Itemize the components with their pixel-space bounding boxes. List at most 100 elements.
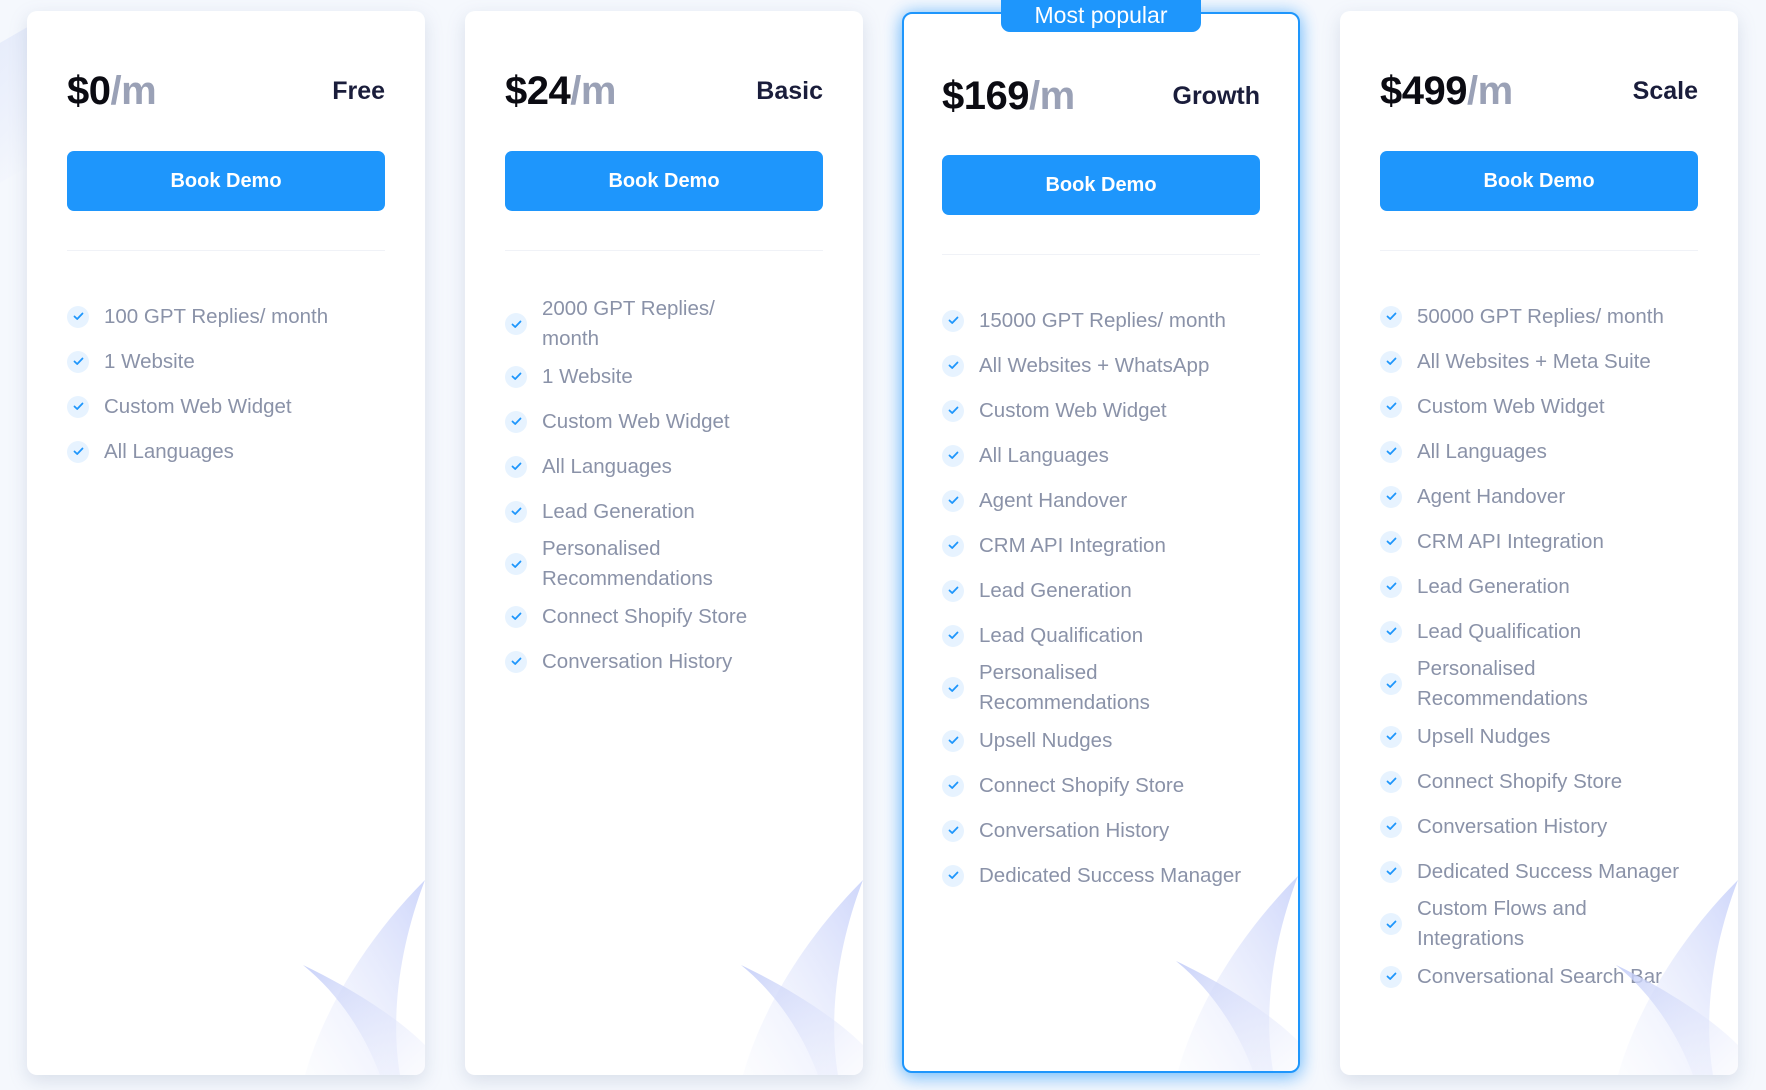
feature-item: Conversation History bbox=[505, 639, 823, 684]
feature-item: 2000 GPT Replies/ month bbox=[505, 294, 823, 354]
feature-item: Personalised Recommendations bbox=[942, 658, 1260, 718]
check-icon bbox=[1380, 965, 1402, 988]
check-icon bbox=[1380, 725, 1402, 748]
feature-label: Lead Generation bbox=[979, 578, 1132, 602]
feature-item: Agent Handover bbox=[1380, 474, 1698, 519]
feature-item: Upsell Nudges bbox=[1380, 714, 1698, 759]
check-icon bbox=[942, 579, 964, 602]
check-icon bbox=[942, 489, 964, 512]
check-icon bbox=[505, 553, 527, 575]
feature-label: All Languages bbox=[1417, 439, 1547, 463]
feature-item: Upsell Nudges bbox=[942, 718, 1260, 763]
check-icon bbox=[1380, 575, 1402, 598]
feature-item: Lead Qualification bbox=[1380, 609, 1698, 654]
check-icon bbox=[1380, 673, 1402, 695]
feature-item: 1 Website bbox=[505, 354, 823, 399]
feature-label: Lead Generation bbox=[1417, 574, 1570, 598]
feature-item: All Languages bbox=[1380, 429, 1698, 474]
feature-label: Personalised Recommendations bbox=[542, 537, 713, 590]
feature-label: All Languages bbox=[979, 443, 1109, 467]
feature-item: Custom Web Widget bbox=[67, 384, 385, 429]
feature-item: All Websites + WhatsApp bbox=[942, 343, 1260, 388]
check-icon bbox=[1380, 305, 1402, 328]
plan-name: Scale bbox=[1632, 76, 1698, 105]
check-icon bbox=[1380, 395, 1402, 418]
feature-item: All Languages bbox=[505, 444, 823, 489]
check-icon bbox=[942, 309, 964, 332]
book-demo-button[interactable]: Book Demo bbox=[1380, 151, 1698, 211]
check-icon bbox=[505, 605, 527, 628]
check-icon bbox=[942, 624, 964, 647]
plan-name: Basic bbox=[756, 76, 823, 105]
book-demo-button[interactable]: Book Demo bbox=[505, 151, 823, 211]
check-icon bbox=[942, 534, 964, 557]
feature-item: Dedicated Success Manager bbox=[942, 853, 1260, 898]
check-icon bbox=[1380, 350, 1402, 373]
feature-label: Custom Web Widget bbox=[104, 394, 292, 418]
check-icon bbox=[942, 677, 964, 699]
feature-label: CRM API Integration bbox=[1417, 529, 1604, 553]
feature-list: 2000 GPT Replies/ month 1 Website Custom W… bbox=[505, 294, 823, 684]
feature-item: Lead Generation bbox=[942, 568, 1260, 613]
feature-item: Dedicated Success Manager bbox=[1380, 849, 1698, 894]
book-demo-button[interactable]: Book Demo bbox=[942, 155, 1260, 215]
feature-label: All Languages bbox=[104, 439, 234, 463]
check-icon bbox=[942, 864, 964, 887]
check-icon bbox=[505, 410, 527, 433]
feature-item: Custom Web Widget bbox=[505, 399, 823, 444]
card-decoration bbox=[713, 875, 863, 1075]
feature-label: Lead Generation bbox=[542, 499, 695, 523]
plan-name: Free bbox=[332, 76, 385, 105]
plan-price: $499/m bbox=[1380, 68, 1513, 113]
feature-label: Custom Web Widget bbox=[979, 398, 1167, 422]
pricing-card-scale: $499/m Scale Book Demo 50000 GPT Replies… bbox=[1340, 11, 1738, 1075]
feature-item: Connect Shopify Store bbox=[1380, 759, 1698, 804]
check-icon bbox=[67, 395, 89, 418]
divider bbox=[505, 250, 823, 251]
plan-price: $0/m bbox=[67, 68, 157, 113]
check-icon bbox=[1380, 860, 1402, 883]
feature-list: 50000 GPT Replies/ month All Websites + M… bbox=[1380, 294, 1698, 999]
book-demo-button[interactable]: Book Demo bbox=[67, 151, 385, 211]
feature-label: Personalised Recommendations bbox=[1417, 657, 1588, 710]
feature-item: Custom Web Widget bbox=[1380, 384, 1698, 429]
plan-price: $24/m bbox=[505, 68, 616, 113]
feature-item: All Languages bbox=[942, 433, 1260, 478]
feature-label: Conversation History bbox=[1417, 814, 1608, 838]
feature-item: All Languages bbox=[67, 429, 385, 474]
feature-label: 15000 GPT Replies/ month bbox=[979, 308, 1226, 332]
feature-item: Conversation History bbox=[942, 808, 1260, 853]
feature-label: Conversational Search Bar bbox=[1417, 964, 1662, 988]
feature-item: Custom Flows and Integrations bbox=[1380, 894, 1698, 954]
check-icon bbox=[505, 313, 527, 335]
check-icon bbox=[1380, 620, 1402, 643]
check-icon bbox=[942, 354, 964, 377]
feature-label: Connect Shopify Store bbox=[979, 773, 1185, 797]
check-icon bbox=[505, 455, 527, 478]
check-icon bbox=[1380, 815, 1402, 838]
feature-item: Conversation History bbox=[1380, 804, 1698, 849]
feature-item: Personalised Recommendations bbox=[505, 534, 823, 594]
feature-item: 50000 GPT Replies/ month bbox=[1380, 294, 1698, 339]
feature-item: Lead Generation bbox=[505, 489, 823, 534]
feature-item: 1 Website bbox=[67, 339, 385, 384]
feature-label: Custom Web Widget bbox=[1417, 394, 1605, 418]
pricing-card-growth: Most popular $169/m Growth Book Demo 150… bbox=[902, 0, 1300, 1073]
feature-list: 15000 GPT Replies/ month All Websites + W… bbox=[942, 298, 1260, 898]
feature-item: CRM API Integration bbox=[1380, 519, 1698, 564]
feature-item: Custom Web Widget bbox=[942, 388, 1260, 433]
feature-label: Upsell Nudges bbox=[1417, 724, 1551, 748]
feature-label: 1 Website bbox=[104, 349, 195, 373]
divider bbox=[67, 250, 385, 251]
feature-list: 100 GPT Replies/ month 1 Website Custom We… bbox=[67, 294, 385, 474]
check-icon bbox=[942, 774, 964, 797]
feature-label: All Languages bbox=[542, 454, 672, 478]
card-decoration bbox=[275, 875, 425, 1075]
feature-item: Connect Shopify Store bbox=[942, 763, 1260, 808]
check-icon bbox=[1380, 913, 1402, 935]
check-icon bbox=[505, 365, 527, 388]
feature-item: All Websites + Meta Suite bbox=[1380, 339, 1698, 384]
check-icon bbox=[942, 729, 964, 752]
plan-price: $169/m bbox=[942, 73, 1075, 118]
feature-item: Agent Handover bbox=[942, 478, 1260, 523]
